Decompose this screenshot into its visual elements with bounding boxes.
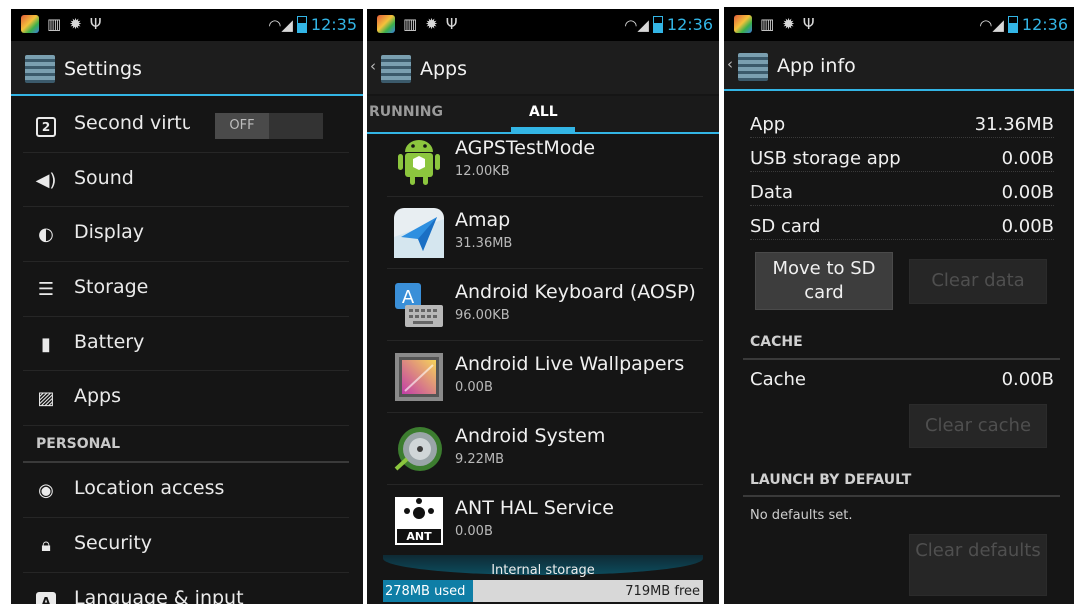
- language-icon: A: [35, 590, 57, 604]
- second-virtual-toggle[interactable]: OFF: [215, 113, 323, 139]
- settings-app-icon[interactable]: [381, 55, 411, 83]
- settings-list: 2 Second virtua OFF ◀︎) Sound ◐ Display …: [11, 98, 363, 604]
- app-row-live-wallpapers[interactable]: Android Live Wallpapers 0.00B: [387, 341, 703, 413]
- battery-status-icon: [652, 16, 663, 33]
- section-header-launch-by-default: LAUNCH BY DEFAULT: [750, 472, 912, 488]
- app-row-android-keyboard[interactable]: A Android Keyboard (AOSP) 96.00KB: [387, 269, 703, 341]
- settings-item-sound[interactable]: ◀︎) Sound: [23, 153, 349, 208]
- amap-icon: [394, 208, 444, 258]
- bug-icon: ✹: [425, 15, 438, 33]
- lock-icon: 🔒︎: [41, 534, 51, 556]
- brightness-icon: ◐: [38, 224, 54, 246]
- info-row-usb-storage: USB storage app 0.00B: [750, 144, 1054, 174]
- wifi-signal-icon: ◠◢: [624, 15, 649, 34]
- battery-icon: ▮: [41, 333, 51, 355]
- settings-item-battery[interactable]: ▮ Battery: [23, 317, 349, 372]
- wifi-signal-icon: ◠◢: [979, 15, 1004, 34]
- status-bar: ▥ ✹ Ψ ◠◢ 12:36: [367, 9, 719, 41]
- android-icon: [398, 140, 440, 185]
- back-caret-icon[interactable]: ‹: [727, 55, 733, 73]
- usb-icon: Ψ: [802, 15, 815, 33]
- info-row-data: Data 0.00B: [750, 178, 1054, 208]
- info-row-cache: Cache 0.00B: [750, 369, 1054, 390]
- speaker-icon: ◀︎): [35, 169, 57, 191]
- no-defaults-text: No defaults set.: [750, 508, 853, 523]
- dual-screen-icon: 2: [35, 115, 57, 137]
- barcode-icon: ▥: [47, 15, 62, 33]
- wallpaper-icon: [395, 353, 443, 401]
- settings-item-storage[interactable]: ☰ Storage: [23, 262, 349, 317]
- internal-storage-bar: Internal storage 278MB used 719MB free: [383, 547, 703, 604]
- notification-app-icon: [21, 15, 39, 33]
- ant-icon: ANT: [395, 497, 443, 545]
- clear-defaults-button[interactable]: Clear defaults: [909, 534, 1047, 596]
- barcode-icon: ▥: [403, 15, 418, 33]
- clear-data-button[interactable]: Clear data: [909, 259, 1047, 304]
- settings-item-security[interactable]: 🔒︎ Security: [23, 518, 349, 573]
- location-icon: ◉: [38, 480, 54, 502]
- storage-icon: ☰: [37, 279, 55, 301]
- clock: 12:36: [1021, 15, 1068, 34]
- storage-free-label: 719MB free: [625, 584, 700, 599]
- section-header-personal: PERSONAL: [23, 426, 349, 464]
- storage-title: Internal storage: [491, 563, 595, 578]
- action-bar: ‹ App info: [724, 41, 1074, 91]
- page-title: Apps: [420, 58, 468, 80]
- apps-screen: ▥ ✹ Ψ ◠◢ 12:36 ‹ Apps RUNNING ALL AGPSTe…: [367, 9, 719, 604]
- storage-used-label: 278MB used: [385, 584, 466, 599]
- move-to-sd-card-button[interactable]: Move to SD card: [755, 252, 893, 310]
- bug-icon: ✹: [69, 15, 82, 33]
- android-system-icon: [394, 427, 442, 471]
- settings-item-second-virtual[interactable]: 2 Second virtua OFF: [23, 98, 349, 153]
- clock: 12:36: [666, 15, 713, 34]
- usb-icon: Ψ: [89, 15, 102, 33]
- app-row-agpstestmode[interactable]: AGPSTestMode 12.00KB: [387, 125, 703, 197]
- settings-app-icon[interactable]: [25, 55, 55, 83]
- status-bar: ▥ ✹ Ψ ◠◢ 12:35: [11, 9, 363, 41]
- usb-icon: Ψ: [445, 15, 458, 33]
- battery-status-icon: [296, 16, 307, 33]
- bug-icon: ✹: [782, 15, 795, 33]
- action-bar: ‹ Apps: [367, 41, 719, 94]
- wifi-signal-icon: ◠◢: [268, 15, 293, 34]
- keyboard-icon: A: [395, 283, 443, 327]
- settings-item-language[interactable]: A Language & input: [23, 573, 349, 604]
- barcode-icon: ▥: [760, 15, 775, 33]
- section-header-cache: CACHE: [750, 334, 803, 350]
- status-bar: ▥ ✹ Ψ ◠◢ 12:36: [724, 7, 1074, 41]
- page-title: Settings: [64, 58, 142, 80]
- svg-text:ANT: ANT: [406, 530, 432, 543]
- notification-app-icon: [734, 15, 752, 33]
- settings-item-location[interactable]: ◉ Location access: [23, 463, 349, 518]
- apps-icon: ▨: [37, 388, 55, 410]
- page-title: App info: [777, 55, 856, 77]
- action-bar: Settings: [11, 41, 363, 96]
- app-info-screen: ▥ ✹ Ψ ◠◢ 12:36 ‹ App info App 31.36MB US…: [724, 7, 1074, 604]
- app-row-amap[interactable]: Amap 31.36MB: [387, 197, 703, 269]
- settings-app-icon[interactable]: [738, 53, 768, 81]
- tab-all[interactable]: ALL: [529, 104, 558, 120]
- tab-running[interactable]: RUNNING: [369, 104, 443, 120]
- settings-item-apps[interactable]: ▨ Apps: [23, 371, 349, 427]
- settings-item-display[interactable]: ◐ Display: [23, 207, 349, 263]
- notification-app-icon: [377, 15, 395, 33]
- settings-screen: ▥ ✹ Ψ ◠◢ 12:35 Settings 2 Second virtua …: [11, 9, 363, 604]
- info-row-app: App 31.36MB: [750, 110, 1054, 140]
- clock: 12:35: [310, 15, 357, 34]
- app-row-android-system[interactable]: Android System 9.22MB: [387, 413, 703, 485]
- battery-status-icon: [1007, 16, 1018, 33]
- svg-text:A: A: [402, 287, 415, 308]
- clear-cache-button[interactable]: Clear cache: [909, 404, 1047, 448]
- storage-usage-bar: 278MB used 719MB free: [383, 580, 703, 602]
- back-caret-icon[interactable]: ‹: [370, 57, 376, 75]
- info-row-sd-card: SD card 0.00B: [750, 212, 1054, 242]
